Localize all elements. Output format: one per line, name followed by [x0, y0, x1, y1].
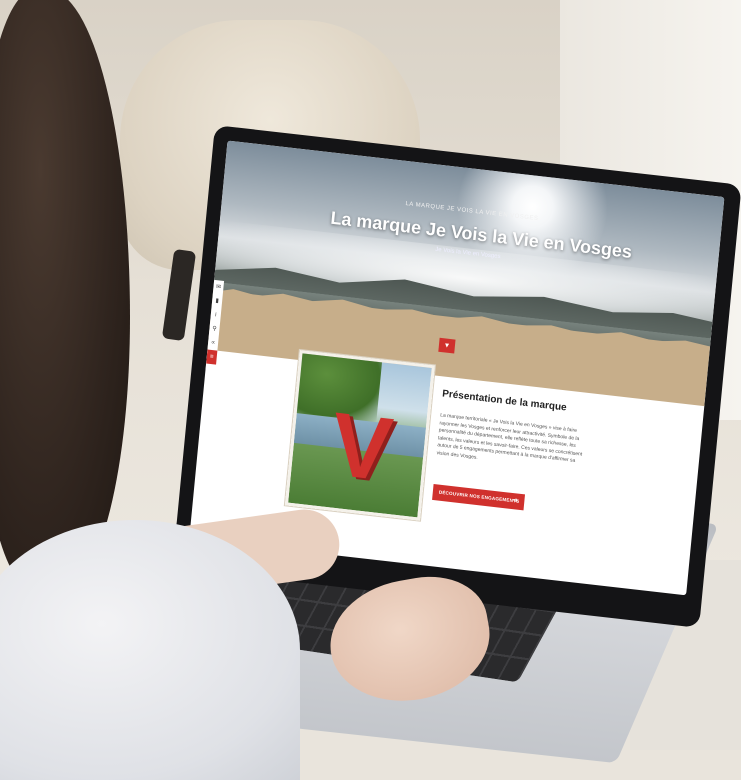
info-icon[interactable]: i	[210, 308, 221, 323]
brand-photo: V	[284, 350, 435, 521]
search-icon[interactable]: ⚲	[209, 322, 220, 337]
engagements-button[interactable]: Découvrir nos engagements ➜	[432, 484, 526, 511]
share-icon[interactable]: ∝	[207, 336, 218, 351]
menu-icon[interactable]: ≡	[206, 349, 218, 365]
document-icon[interactable]: ▮	[211, 294, 222, 309]
scroll-down-button[interactable]: ▾	[438, 337, 456, 354]
section-body: La marque territoriale « Je Vois la Vie …	[436, 412, 583, 464]
chevron-down-icon: ▾	[444, 340, 450, 350]
arrow-right-icon: ➜	[511, 497, 519, 505]
v-sculpture: V	[327, 394, 397, 501]
engagements-button-label: Découvrir nos engagements	[438, 489, 520, 504]
mail-icon[interactable]: ✉	[213, 280, 224, 295]
